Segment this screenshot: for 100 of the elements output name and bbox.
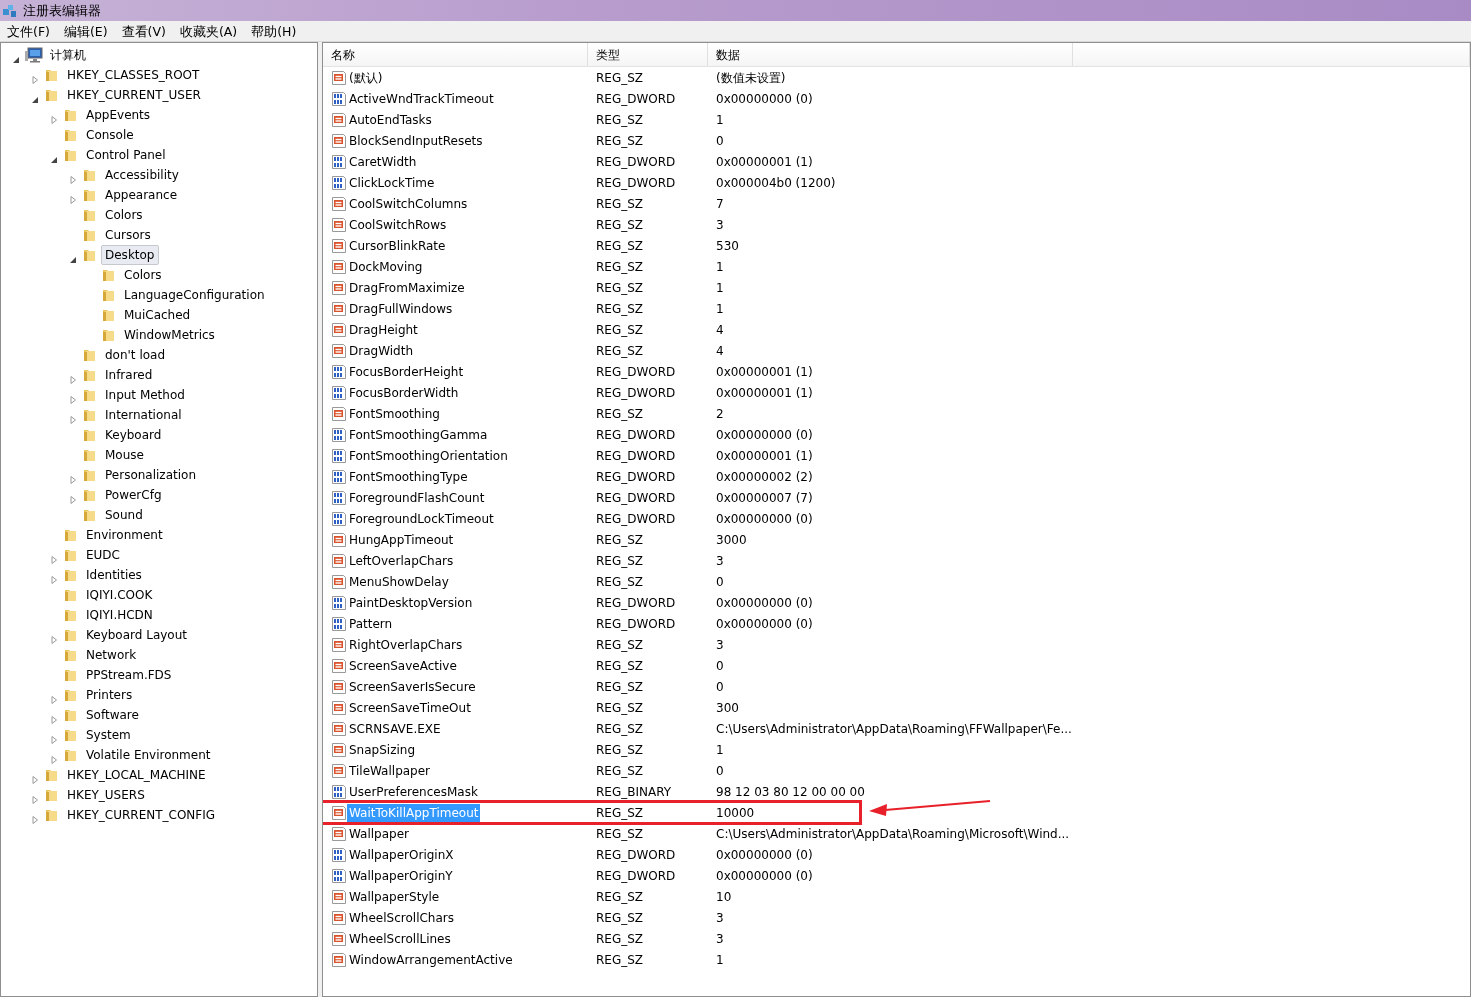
folder-icon: [63, 607, 79, 623]
value-name[interactable]: CursorBlinkRate: [347, 236, 448, 255]
value-data: (数值未设置): [715, 69, 786, 87]
tree-item[interactable]: AppEvents: [82, 105, 155, 125]
tree-item[interactable]: Sound: [101, 505, 147, 525]
value-name[interactable]: CoolSwitchColumns: [347, 194, 470, 213]
tree-item[interactable]: WindowMetrics: [120, 325, 219, 345]
value-name[interactable]: Pattern: [347, 614, 395, 633]
tree-item[interactable]: HKEY_CLASSES_ROOT: [63, 65, 204, 85]
tree-item[interactable]: Console: [82, 125, 138, 145]
value-name[interactable]: WheelScrollLines: [347, 929, 453, 948]
tree-item[interactable]: Control Panel: [82, 145, 170, 165]
value-name[interactable]: DragFullWindows: [347, 299, 455, 318]
tree-item[interactable]: Volatile Environment: [82, 745, 215, 765]
value-name[interactable]: UserPreferencesMask: [347, 782, 480, 801]
menu-item[interactable]: 收藏夹(A): [172, 21, 245, 41]
tree-item[interactable]: PowerCfg: [101, 485, 166, 505]
tree-item[interactable]: Input Method: [101, 385, 189, 405]
value-name[interactable]: WheelScrollChars: [347, 908, 456, 927]
value-data: 0: [715, 762, 724, 780]
value-name[interactable]: FontSmoothingOrientation: [347, 446, 510, 465]
tree-item[interactable]: International: [101, 405, 186, 425]
value-name[interactable]: ScreenSaverIsSecure: [347, 677, 478, 696]
value-name[interactable]: RightOverlapChars: [347, 635, 465, 654]
tree-item[interactable]: Printers: [82, 685, 137, 705]
value-name[interactable]: HungAppTimeout: [347, 530, 456, 549]
value-name[interactable]: Wallpaper: [347, 824, 412, 843]
value-name[interactable]: CoolSwitchRows: [347, 215, 449, 234]
value-name[interactable]: FocusBorderWidth: [347, 383, 461, 402]
value-name[interactable]: FontSmoothingType: [347, 467, 470, 486]
value-name[interactable]: FontSmoothing: [347, 404, 442, 423]
tree-item[interactable]: HKEY_CURRENT_CONFIG: [63, 805, 220, 825]
tree-item[interactable]: 计算机: [46, 45, 90, 65]
folder-icon: [82, 187, 98, 203]
value-name[interactable]: LeftOverlapChars: [347, 551, 456, 570]
value-name[interactable]: ClickLockTime: [347, 173, 437, 192]
value-name[interactable]: DragFromMaximize: [347, 278, 467, 297]
value-data: 0: [715, 657, 724, 675]
value-name[interactable]: ForegroundLockTimeout: [347, 509, 496, 528]
value-name[interactable]: SnapSizing: [347, 740, 417, 759]
tree-item[interactable]: Mouse: [101, 445, 148, 465]
string-value-icon: [331, 258, 347, 275]
binary-value-icon: [331, 594, 347, 611]
menu-item[interactable]: 查看(V): [114, 21, 173, 41]
tree-item[interactable]: Network: [82, 645, 141, 665]
value-name[interactable]: PaintDesktopVersion: [347, 593, 475, 612]
value-name[interactable]: TileWallpaper: [347, 761, 433, 780]
tree-item[interactable]: Desktop: [101, 245, 159, 265]
tree-item[interactable]: Keyboard Layout: [82, 625, 191, 645]
value-data: 0x00000000 (0): [715, 510, 813, 528]
tree-item[interactable]: Cursors: [101, 225, 155, 245]
tree-item[interactable]: Infrared: [101, 365, 157, 385]
value-name[interactable]: MenuShowDelay: [347, 572, 451, 591]
value-name[interactable]: (默认): [347, 68, 385, 87]
tree-item[interactable]: IQIYI.COOK: [82, 585, 157, 605]
value-name[interactable]: FontSmoothingGamma: [347, 425, 490, 444]
tree-item[interactable]: Environment: [82, 525, 167, 545]
value-name[interactable]: AutoEndTasks: [347, 110, 434, 129]
value-name[interactable]: CaretWidth: [347, 152, 419, 171]
value-name[interactable]: WallpaperOriginY: [347, 866, 455, 885]
value-data: C:\Users\Administrator\AppData\Roaming\Microsoft\Wind...: [715, 825, 1070, 843]
tree-item[interactable]: MuiCached: [120, 305, 195, 325]
value-name[interactable]: BlockSendInputResets: [347, 131, 485, 150]
tree-item[interactable]: HKEY_LOCAL_MACHINE: [63, 765, 210, 785]
tree-item[interactable]: HKEY_CURRENT_USER: [63, 85, 205, 105]
menu-item[interactable]: 编辑(E): [56, 21, 115, 41]
tree-item[interactable]: LanguageConfiguration: [120, 285, 269, 305]
tree-item[interactable]: IQIYI.HCDN: [82, 605, 157, 625]
value-name[interactable]: DragHeight: [347, 320, 420, 339]
column-header[interactable]: 类型: [588, 43, 708, 66]
value-name[interactable]: WindowArrangementActive: [347, 950, 515, 969]
tree-item[interactable]: System: [82, 725, 135, 745]
tree-item[interactable]: EUDC: [82, 545, 124, 565]
binary-value-icon: [331, 615, 347, 632]
tree-item[interactable]: Appearance: [101, 185, 182, 205]
value-name[interactable]: DockMoving: [347, 257, 425, 276]
tree-item[interactable]: don't load: [101, 345, 170, 365]
tree-item[interactable]: Keyboard: [101, 425, 166, 445]
column-header[interactable]: 数据: [708, 43, 1073, 66]
value-name[interactable]: ScreenSaveActive: [347, 656, 459, 675]
value-name[interactable]: ForegroundFlashCount: [347, 488, 487, 507]
tree-item[interactable]: PPStream.FDS: [82, 665, 176, 685]
menu-item[interactable]: 文件(F): [0, 21, 57, 41]
tree-item[interactable]: Accessibility: [101, 165, 183, 185]
menu-item[interactable]: 帮助(H): [244, 21, 304, 41]
tree-item[interactable]: Colors: [120, 265, 166, 285]
tree-item[interactable]: HKEY_USERS: [63, 785, 149, 805]
value-name[interactable]: DragWidth: [347, 341, 415, 360]
value-name[interactable]: ActiveWndTrackTimeout: [347, 89, 496, 108]
column-header[interactable]: 名称: [323, 43, 588, 66]
value-name[interactable]: WallpaperOriginX: [347, 845, 456, 864]
value-name[interactable]: SCRNSAVE.EXE: [347, 719, 443, 738]
tree-item[interactable]: Colors: [101, 205, 147, 225]
value-name[interactable]: ScreenSaveTimeOut: [347, 698, 473, 717]
tree-item[interactable]: Identities: [82, 565, 146, 585]
tree-item[interactable]: Personalization: [101, 465, 200, 485]
value-data: 1: [715, 111, 724, 129]
value-name[interactable]: WallpaperStyle: [347, 887, 442, 906]
tree-item[interactable]: Software: [82, 705, 143, 725]
value-name[interactable]: FocusBorderHeight: [347, 362, 466, 381]
